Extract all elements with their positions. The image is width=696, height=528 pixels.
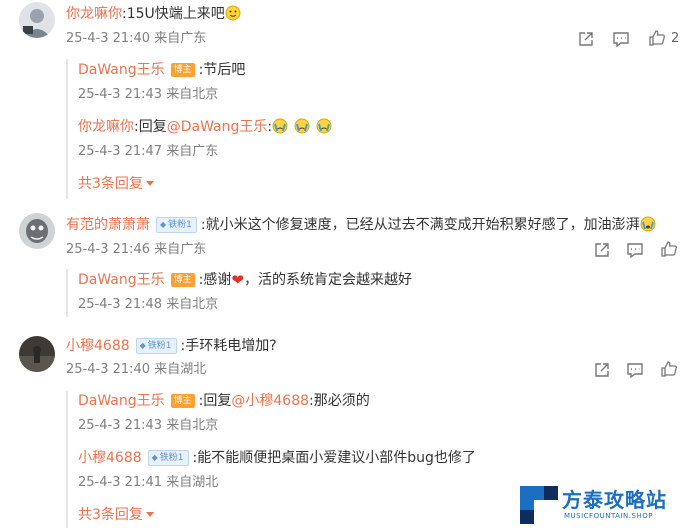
reply-body: :能不能顺便把桌面小爱建议小部件bug也修了 <box>192 450 476 466</box>
chevron-down-icon <box>145 181 154 186</box>
username-link[interactable]: 小穆4688 <box>78 450 142 466</box>
watermark-logo-icon <box>520 486 558 524</box>
location: 来自广东 <box>154 242 207 257</box>
avatar[interactable] <box>19 336 55 372</box>
more-replies-link[interactable]: 共3条回复 <box>78 174 154 194</box>
username-link[interactable]: DaWang王乐 <box>78 272 165 288</box>
reply-body: :节后吧 <box>198 62 246 78</box>
fan-badge-label: 铁粉1 <box>168 220 192 230</box>
host-badge: 博主 <box>170 394 195 408</box>
reply-meta: 25-4-3 21:43 来自北京 <box>78 417 218 435</box>
fan-badge-label: 铁粉1 <box>159 453 184 463</box>
crying-emoji-icon <box>294 118 310 134</box>
watermark-subtitle: MUSICFOUNTAIN.SHOP <box>564 512 653 520</box>
reply-text: DaWang王乐 博主:节后吧 <box>78 60 245 80</box>
smile-emoji-icon <box>225 5 241 21</box>
crying-emoji-icon <box>316 118 332 134</box>
fan-badge: ◆ 铁粉1 <box>156 217 197 233</box>
watermark: 方泰攻略站 MUSICFOUNTAIN.SHOP <box>520 464 696 528</box>
reply-body: :那必须的 <box>309 393 370 409</box>
reply-text: 你龙嘛你:回复@DaWang王乐: <box>78 117 332 137</box>
comment-text: 有范的萧萧萧 ◆ 铁粉1:就小米这个修复速度，已经从过去不满变成开始积累好感了，加油… <box>66 215 656 235</box>
comment-icon[interactable] <box>612 30 630 48</box>
fan-badge: ◆ 铁粉1 <box>147 450 189 466</box>
comment-body: :15U快端上来吧 <box>122 6 225 22</box>
comment-icon[interactable] <box>626 361 644 379</box>
more-replies-label: 共3条回复 <box>78 176 143 192</box>
more-replies-label: 共3条回复 <box>78 507 143 523</box>
share-icon[interactable] <box>593 241 611 259</box>
location: 来自广东 <box>154 31 207 46</box>
reply-meta: 25-4-3 21:47 来自广东 <box>78 143 218 161</box>
share-icon[interactable] <box>593 361 611 379</box>
username-link[interactable]: 你龙嘛你 <box>78 119 134 135</box>
reply-meta: 25-4-3 21:48 来自北京 <box>78 296 218 314</box>
reply-divider <box>66 59 68 199</box>
reply-meta: 25-4-3 21:41 来自湖北 <box>78 474 218 492</box>
username-link[interactable]: DaWang王乐 <box>78 393 165 409</box>
location: 来自北京 <box>166 87 219 102</box>
reply-prefix: :回复 <box>198 393 232 409</box>
username-link[interactable]: 小穆4688 <box>66 338 130 354</box>
timestamp: 25-4-3 21:40 <box>66 31 151 46</box>
more-replies-link[interactable]: 共3条回复 <box>78 505 154 525</box>
reply-meta: 25-4-3 21:43 来自北京 <box>78 86 218 104</box>
like-icon[interactable] <box>660 240 678 258</box>
mention-link[interactable]: @小穆4688 <box>231 393 309 409</box>
like-count: 2 <box>671 31 680 46</box>
avatar[interactable] <box>19 213 55 249</box>
username-link[interactable]: DaWang王乐 <box>78 62 165 78</box>
fan-badge-label: 铁粉1 <box>147 341 172 351</box>
reply-prefix: :回复 <box>134 119 167 135</box>
comment-text: 你龙嘛你:15U快端上来吧 <box>66 4 241 24</box>
comment-meta: 25-4-3 21:40 来自广东 <box>66 30 206 48</box>
watermark-title: 方泰攻略站 <box>562 488 667 512</box>
diamond-icon: ◆ <box>160 220 167 229</box>
reply-text: DaWang王乐 博主:感谢❤，活的系统肯定会越来越好 <box>78 270 412 290</box>
diamond-icon: ◆ <box>151 453 158 462</box>
crying-emoji-icon <box>272 118 288 134</box>
chevron-down-icon <box>145 512 154 517</box>
comment-meta: 25-4-3 21:46 来自广东 <box>66 241 206 259</box>
diamond-icon: ◆ <box>139 341 146 350</box>
location: 来自湖北 <box>154 362 207 377</box>
location: 来自湖北 <box>166 475 219 490</box>
heart-icon: ❤ <box>231 271 244 289</box>
timestamp: 25-4-3 21:48 <box>78 297 163 312</box>
username-link[interactable]: 有范的萧萧萧 <box>66 217 150 233</box>
timestamp: 25-4-3 21:41 <box>78 475 163 490</box>
timestamp: 25-4-3 21:46 <box>66 242 151 257</box>
avatar[interactable] <box>19 2 55 38</box>
location: 来自广东 <box>166 144 219 159</box>
share-icon[interactable] <box>577 30 595 48</box>
reply-divider <box>66 391 68 528</box>
like-icon[interactable] <box>648 29 666 47</box>
location: 来自北京 <box>166 418 219 433</box>
reply-text: DaWang王乐 博主:回复@小穆4688:那必须的 <box>78 391 370 411</box>
comment-text: 小穆4688 ◆ 铁粉1:手环耗电增加? <box>66 336 277 356</box>
comment-meta: 25-4-3 21:40 来自湖北 <box>66 361 206 379</box>
reply-text: 小穆4688 ◆ 铁粉1:能不能顺便把桌面小爱建议小部件bug也修了 <box>78 448 476 468</box>
like-icon[interactable] <box>660 360 678 378</box>
comment-icon[interactable] <box>626 241 644 259</box>
host-badge: 博主 <box>170 273 195 287</box>
comment-body: :就小米这个修复速度，已经从过去不满变成开始积累好感了，加油澎湃 <box>200 217 640 233</box>
reply-body: :感谢 <box>198 272 232 288</box>
reply-body-continued: ，活的系统肯定会越来越好 <box>243 272 412 288</box>
crying-emoji-icon <box>640 216 656 232</box>
reply-divider <box>66 269 68 317</box>
mention-link[interactable]: @DaWang王乐 <box>167 119 268 135</box>
timestamp: 25-4-3 21:47 <box>78 144 163 159</box>
username-link[interactable]: 你龙嘛你 <box>66 6 122 22</box>
comment-body: :手环耗电增加? <box>180 338 277 354</box>
timestamp: 25-4-3 21:43 <box>78 87 163 102</box>
fan-badge: ◆ 铁粉1 <box>135 338 177 354</box>
host-badge: 博主 <box>170 63 195 77</box>
timestamp: 25-4-3 21:40 <box>66 362 151 377</box>
timestamp: 25-4-3 21:43 <box>78 418 163 433</box>
location: 来自北京 <box>166 297 219 312</box>
